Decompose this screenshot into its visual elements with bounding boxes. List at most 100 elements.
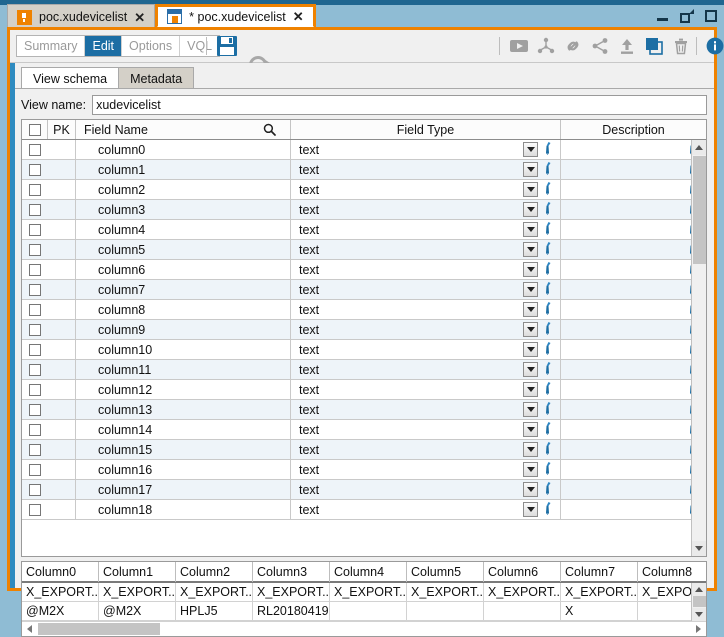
column-header-pk[interactable]: PK: [48, 120, 76, 139]
row-description[interactable]: [561, 500, 706, 519]
grid-cell[interactable]: HPLJ5: [176, 602, 253, 620]
document-tab-active[interactable]: * poc.xudevicelist ✕: [155, 4, 316, 29]
row-checkbox[interactable]: [29, 203, 41, 216]
row-checkbox[interactable]: [29, 403, 41, 416]
grid-row[interactable]: @M2X @M2X HPLJ5 RL20180419 X: [22, 602, 693, 621]
edit-pencil-icon[interactable]: [544, 362, 556, 376]
edit-pencil-icon[interactable]: [544, 322, 556, 336]
scroll-right-icon[interactable]: [691, 622, 706, 636]
row-pk-cell[interactable]: [48, 260, 76, 279]
edit-pencil-icon[interactable]: [544, 282, 556, 296]
grid-cell[interactable]: X_EXPORT...: [330, 583, 407, 601]
grid-cell[interactable]: X_EXPORT...: [484, 583, 561, 601]
row-description[interactable]: [561, 440, 706, 459]
document-tab-inactive[interactable]: poc.xudevicelist ✕: [7, 4, 156, 29]
share-icon[interactable]: [590, 36, 610, 56]
row-field-name[interactable]: column18: [76, 500, 291, 519]
row-field-type[interactable]: text: [291, 400, 561, 419]
grid-cell[interactable]: X_EXPORT...: [253, 583, 330, 601]
row-field-name[interactable]: column15: [76, 440, 291, 459]
grid-cell[interactable]: RL20180419: [253, 602, 330, 620]
row-select-cell[interactable]: [22, 460, 48, 479]
row-checkbox[interactable]: [29, 143, 41, 156]
column-header-field-type[interactable]: Field Type: [291, 120, 561, 139]
grid-column-header[interactable]: Column6: [484, 562, 561, 582]
tab-view-schema[interactable]: View schema: [21, 67, 120, 89]
row-field-type[interactable]: text: [291, 240, 561, 259]
row-pk-cell[interactable]: [48, 400, 76, 419]
row-select-cell[interactable]: [22, 500, 48, 519]
row-field-type[interactable]: text: [291, 460, 561, 479]
table-row[interactable]: column9 text: [22, 320, 706, 340]
tab-edit[interactable]: Edit: [85, 36, 123, 56]
close-icon[interactable]: ✕: [134, 11, 145, 24]
row-field-name[interactable]: column16: [76, 460, 291, 479]
row-pk-cell[interactable]: [48, 300, 76, 319]
scroll-down-icon[interactable]: [692, 541, 706, 556]
table-row[interactable]: column4 text: [22, 220, 706, 240]
row-checkbox[interactable]: [29, 323, 41, 336]
result-horizontal-scrollbar[interactable]: [22, 621, 706, 636]
row-pk-cell[interactable]: [48, 200, 76, 219]
grid-cell[interactable]: X: [561, 602, 638, 620]
row-field-type[interactable]: text: [291, 280, 561, 299]
view-name-input[interactable]: [92, 95, 707, 115]
tab-summary[interactable]: Summary: [17, 36, 86, 56]
row-description[interactable]: [561, 260, 706, 279]
grid-cell[interactable]: X_EXPORT...: [99, 583, 176, 601]
row-select-cell[interactable]: [22, 400, 48, 419]
grid-cell[interactable]: @M2X: [22, 602, 99, 620]
row-pk-cell[interactable]: [48, 500, 76, 519]
chevron-down-icon[interactable]: [523, 162, 538, 177]
grid-cell[interactable]: @M2X: [99, 602, 176, 620]
row-description[interactable]: [561, 340, 706, 359]
grid-row[interactable]: X_EXPORT... X_EXPORT... X_EXPORT... X_EXPOR…: [22, 583, 693, 602]
row-field-name[interactable]: column3: [76, 200, 291, 219]
column-header-description[interactable]: Description: [561, 120, 706, 139]
table-row[interactable]: column13 text: [22, 400, 706, 420]
row-description[interactable]: [561, 200, 706, 219]
grid-cell[interactable]: [330, 602, 407, 620]
row-field-name[interactable]: column7: [76, 280, 291, 299]
row-checkbox[interactable]: [29, 383, 41, 396]
maximize-button[interactable]: [704, 9, 718, 23]
grid-column-header[interactable]: Column5: [407, 562, 484, 582]
row-pk-cell[interactable]: [48, 320, 76, 339]
row-description[interactable]: [561, 400, 706, 419]
row-description[interactable]: [561, 180, 706, 199]
grid-cell[interactable]: [407, 602, 484, 620]
edit-pencil-icon[interactable]: [544, 342, 556, 356]
row-select-cell[interactable]: [22, 340, 48, 359]
scrollbar-thumb[interactable]: [38, 623, 160, 635]
row-select-cell[interactable]: [22, 380, 48, 399]
row-field-type[interactable]: text: [291, 180, 561, 199]
tree-hierarchy-icon[interactable]: [536, 36, 556, 56]
column-header-field-name[interactable]: Field Name: [76, 120, 291, 139]
chevron-down-icon[interactable]: [523, 182, 538, 197]
row-description[interactable]: [561, 320, 706, 339]
row-pk-cell[interactable]: [48, 380, 76, 399]
edit-pencil-icon[interactable]: [544, 422, 556, 436]
row-select-cell[interactable]: [22, 480, 48, 499]
row-select-cell[interactable]: [22, 280, 48, 299]
grid-column-header[interactable]: Column0: [22, 562, 99, 582]
row-checkbox[interactable]: [29, 343, 41, 356]
row-field-type[interactable]: text: [291, 340, 561, 359]
grid-cell[interactable]: X_EXPORT...: [407, 583, 484, 601]
chevron-down-icon[interactable]: [523, 142, 538, 157]
row-select-cell[interactable]: [22, 360, 48, 379]
edit-pencil-icon[interactable]: [544, 222, 556, 236]
table-row[interactable]: column18 text: [22, 500, 706, 520]
chevron-down-icon[interactable]: [523, 242, 538, 257]
row-field-type[interactable]: text: [291, 220, 561, 239]
table-row[interactable]: column2 text: [22, 180, 706, 200]
edit-pencil-icon[interactable]: [544, 402, 556, 416]
edit-pencil-icon[interactable]: [544, 182, 556, 196]
row-select-cell[interactable]: [22, 240, 48, 259]
execute-icon[interactable]: [509, 36, 529, 56]
grid-cell[interactable]: X_EXPORT...: [638, 583, 693, 601]
export-upload-icon[interactable]: [617, 36, 637, 56]
chevron-down-icon[interactable]: [523, 462, 538, 477]
grid-column-header[interactable]: Column1: [99, 562, 176, 582]
row-description[interactable]: [561, 380, 706, 399]
